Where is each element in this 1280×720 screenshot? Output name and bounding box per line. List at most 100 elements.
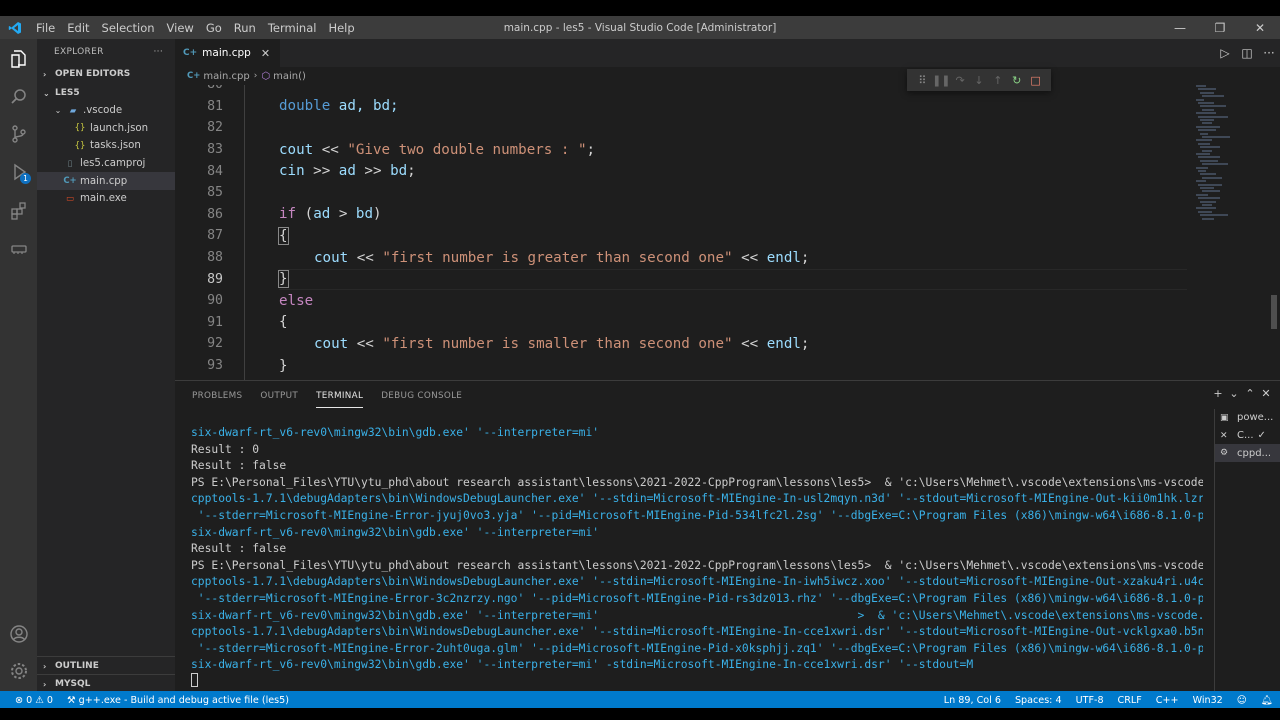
more-actions-button[interactable]: ··· — [154, 47, 163, 57]
tree-item-main-cpp[interactable]: C+ main.cpp — [37, 172, 175, 190]
terminal-item-cppdbg[interactable]: ⚙ cppd... — [1215, 444, 1280, 463]
tree-item-vscode[interactable]: ⌄ ▰ .vscode — [37, 102, 175, 120]
terminal-item-task[interactable]: ✕ C... ✓ — [1215, 427, 1280, 445]
code-token: bd — [390, 163, 408, 180]
minimize-button[interactable]: — — [1160, 16, 1200, 39]
line-number: 88 — [207, 250, 223, 266]
platform[interactable]: Win32 — [1186, 695, 1230, 706]
minimap-line — [1200, 105, 1226, 108]
tab-terminal[interactable]: TERMINAL — [316, 383, 364, 408]
minimap[interactable] — [1196, 85, 1252, 225]
minimap-line — [1196, 112, 1216, 115]
menu-edit[interactable]: Edit — [61, 21, 95, 35]
database-icon[interactable] — [0, 231, 37, 267]
code-text: cout << "first number is greater than se… — [314, 250, 809, 266]
menu-run[interactable]: Run — [228, 21, 262, 35]
code-line[interactable]: 91 { — [175, 312, 1195, 334]
tree-item-camproj[interactable]: ▯ les5.camproj — [37, 155, 175, 173]
menu-view[interactable]: View — [161, 21, 200, 35]
pause-icon[interactable]: ❚❚ — [932, 74, 951, 87]
minimap-line — [1196, 166, 1208, 169]
explorer-icon[interactable] — [0, 41, 37, 77]
terminal-item-powershell[interactable]: ▣ powe... — [1215, 409, 1280, 427]
drag-handle-icon[interactable]: ⠿ — [913, 74, 932, 87]
run-icon[interactable]: ▷ — [1214, 46, 1236, 60]
terminal-output[interactable]: six-dwarf-rt_v6-rev0\mingw32\bin\gdb.exe… — [191, 425, 1203, 691]
tab-debug-console[interactable]: DEBUG CONSOLE — [381, 383, 462, 407]
end-of-line[interactable]: CRLF — [1111, 695, 1149, 706]
menu-go[interactable]: Go — [200, 21, 228, 35]
task-status[interactable]: ⚒ g++.exe - Build and debug active file … — [60, 695, 296, 706]
code-line[interactable]: 83 cout << "Give two double numbers : "; — [175, 139, 1195, 161]
stop-icon[interactable]: □ — [1026, 74, 1045, 87]
chevron-right-icon: › — [43, 661, 47, 671]
code-line[interactable]: 81 double ad, bd; — [175, 96, 1195, 118]
code-line[interactable]: 88 cout << "first number is greater than … — [175, 247, 1195, 269]
tab-problems[interactable]: PROBLEMS — [192, 383, 242, 407]
step-out-icon[interactable]: ↑ — [988, 74, 1007, 87]
code-line[interactable]: 92 cout << "first number is smaller than … — [175, 333, 1195, 355]
feedback-icon[interactable]: ☺ — [1230, 695, 1254, 706]
minimap-line — [1198, 102, 1214, 104]
close-window-button[interactable]: ✕ — [1240, 16, 1280, 39]
new-terminal-button[interactable]: + — [1210, 387, 1226, 400]
accounts-icon[interactable] — [0, 616, 37, 652]
breadcrumb-file[interactable]: main.cpp — [203, 71, 249, 82]
restore-button[interactable]: ❐ — [1200, 16, 1240, 39]
search-icon[interactable] — [0, 79, 37, 115]
code-token: "first number is smaller than second one… — [382, 335, 733, 352]
chevron-right-icon: › — [43, 679, 47, 689]
cursor-position[interactable]: Ln 89, Col 6 — [937, 695, 1008, 706]
maximize-panel-button[interactable]: ⌃ — [1242, 387, 1258, 400]
tab-main-cpp[interactable]: C+ main.cpp ✕ — [175, 39, 281, 67]
breadcrumb-symbol[interactable]: main() — [273, 71, 306, 82]
code-line[interactable]: 84 cin >> ad >> bd; — [175, 160, 1195, 182]
language-mode[interactable]: C++ — [1149, 695, 1186, 706]
notifications-icon[interactable]: 🔔︎ — [1254, 695, 1280, 706]
step-into-icon[interactable]: ↓ — [970, 74, 989, 87]
encoding[interactable]: UTF-8 — [1069, 695, 1111, 706]
indentation[interactable]: Spaces: 4 — [1008, 695, 1069, 706]
menu-terminal[interactable]: Terminal — [262, 21, 323, 35]
restart-icon[interactable]: ↻ — [1007, 74, 1026, 87]
code-line[interactable]: 87 { — [175, 225, 1195, 247]
code-line[interactable]: 90 else — [175, 290, 1195, 312]
code-token: } — [279, 357, 288, 374]
scrollbar-thumb[interactable] — [1271, 295, 1277, 329]
terminal-dropdown-button[interactable]: ⌄ — [1226, 387, 1242, 400]
open-editors-section[interactable]: › OPEN EDITORS — [37, 65, 175, 83]
code-token: endl — [766, 249, 801, 266]
code-line[interactable]: 89} — [175, 268, 1195, 290]
source-control-icon[interactable] — [0, 116, 37, 152]
extensions-icon[interactable] — [0, 193, 37, 229]
minimap-line — [1198, 115, 1228, 118]
code-line[interactable]: 82 — [175, 117, 1195, 139]
tree-item-main-exe[interactable]: ▭ main.exe — [37, 190, 175, 208]
close-panel-button[interactable]: ✕ — [1258, 387, 1274, 400]
menu-help[interactable]: Help — [322, 21, 360, 35]
code-line[interactable]: 85 — [175, 182, 1195, 204]
editor-scrollbar[interactable] — [1266, 85, 1280, 380]
problems-status[interactable]: ⊗ 0 ⚠ 0 — [8, 695, 60, 706]
code-line[interactable]: 93} — [175, 355, 1195, 377]
menu-selection[interactable]: Selection — [96, 21, 161, 35]
run-debug-icon[interactable]: 1 — [0, 154, 37, 190]
minimap-line — [1202, 136, 1230, 138]
settings-gear-icon[interactable] — [0, 653, 37, 689]
tree-item-tasks-json[interactable]: {} tasks.json — [37, 137, 175, 155]
code-editor[interactable]: 80 81 double ad, bd; 82 83 cout << "Give two … — [175, 85, 1195, 380]
menu-file[interactable]: File — [30, 21, 61, 35]
terminal-line: Result : 0 — [191, 442, 260, 456]
folder-section[interactable]: ⌄ LES5 — [37, 84, 175, 102]
minimap-line — [1200, 146, 1220, 149]
step-over-icon[interactable]: ↷ — [951, 74, 970, 87]
close-icon[interactable]: ✕ — [261, 47, 270, 60]
terminal-item-label: cppd... — [1237, 447, 1272, 459]
tree-item-launch-json[interactable]: {} launch.json — [37, 120, 175, 138]
more-icon[interactable]: ··· — [1258, 46, 1280, 60]
tab-output[interactable]: OUTPUT — [260, 383, 298, 407]
code-token: "Give two double numbers : " — [347, 141, 587, 158]
code-line[interactable]: 86 if (ad > bd) — [175, 204, 1195, 226]
split-editor-icon[interactable]: ◫ — [1236, 46, 1258, 60]
outline-section[interactable]: › OUTLINE — [37, 656, 175, 675]
